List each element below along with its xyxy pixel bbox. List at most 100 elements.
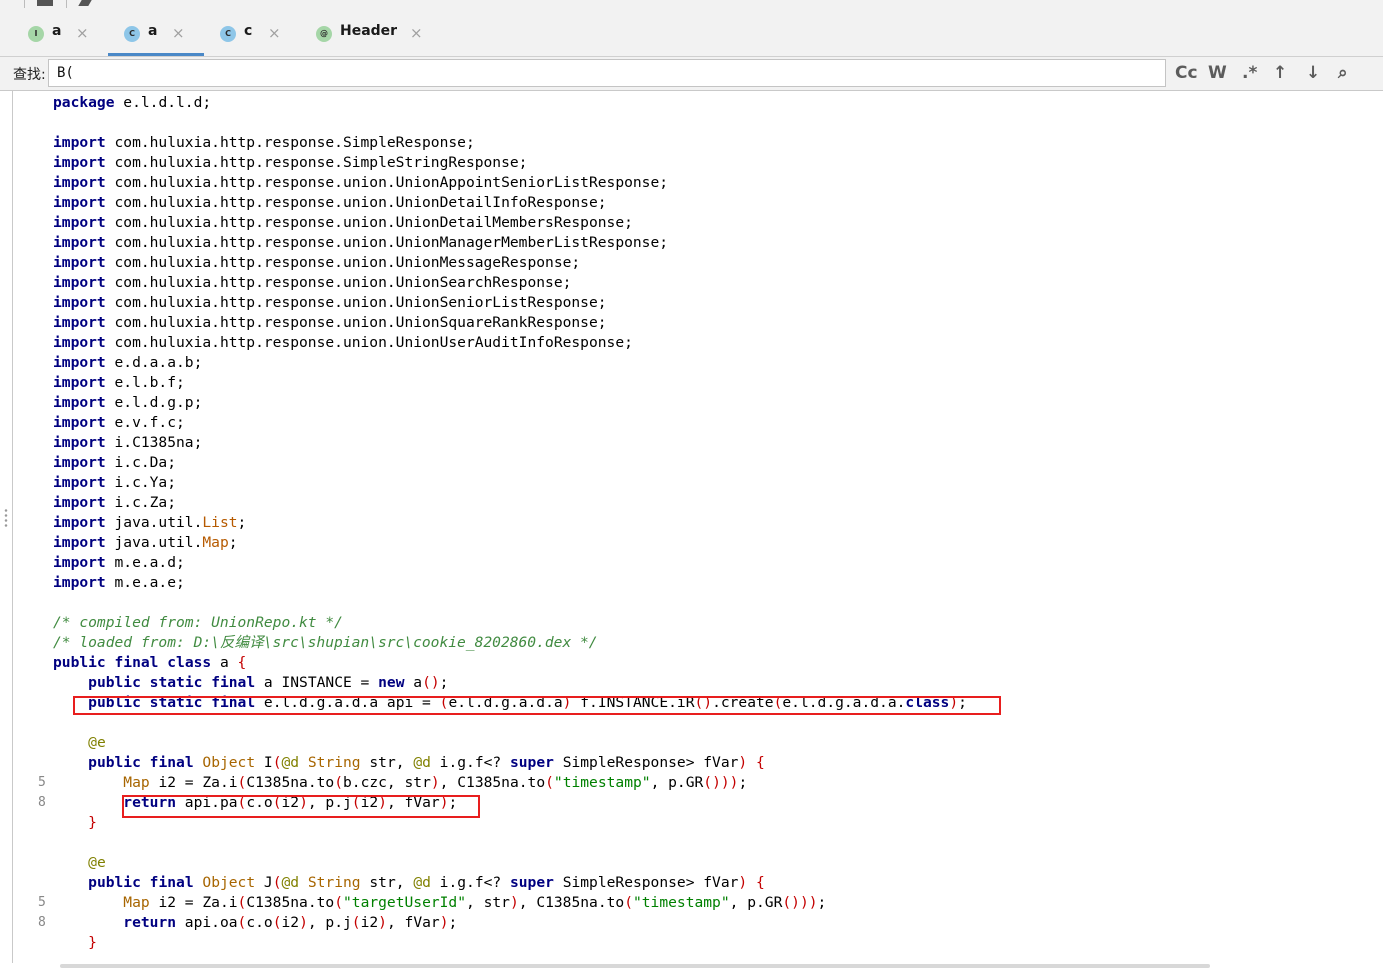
resize-handle[interactable] xyxy=(4,508,8,528)
search-highlight-box xyxy=(122,795,480,818)
code-line: import com.huluxia.http.response.union.U… xyxy=(12,333,1372,353)
line-number xyxy=(38,313,50,333)
code-text: import i.C1385na; xyxy=(53,434,203,451)
code-text: import java.util.Map; xyxy=(53,534,238,551)
code-line: @e xyxy=(12,853,1372,873)
code-text: import com.huluxia.http.response.union.U… xyxy=(53,294,607,311)
code-line: import java.util.List; xyxy=(12,513,1372,533)
toolbar-save-icon[interactable] xyxy=(37,0,53,6)
line-number xyxy=(38,413,50,433)
line-number xyxy=(38,173,50,193)
find-label: 查找: xyxy=(13,67,46,83)
code-text: @e xyxy=(88,734,106,751)
code-line xyxy=(12,713,1372,733)
horizontal-scrollbar[interactable] xyxy=(60,964,1210,968)
line-number xyxy=(38,613,50,633)
code-text: Map i2 = Za.i(C1385na.to("targetUserId",… xyxy=(123,894,827,911)
code-line: import com.huluxia.http.response.union.U… xyxy=(12,233,1372,253)
code-line xyxy=(12,113,1372,133)
toolbar-edit-icon[interactable] xyxy=(78,0,92,6)
code-editor[interactable]: package e.l.d.l.d; import com.huluxia.htt… xyxy=(12,91,1383,963)
next-match-button[interactable]: ↓ xyxy=(1306,63,1320,83)
code-line: public static final a INSTANCE = new a()… xyxy=(12,673,1372,693)
close-icon[interactable]: × xyxy=(76,24,89,42)
line-number xyxy=(38,873,50,893)
code-line: import m.e.a.d; xyxy=(12,553,1372,573)
code-text: import i.c.Da; xyxy=(53,454,177,471)
code-text: public final Object I(@d String str, @d … xyxy=(88,754,765,771)
code-text: import i.c.Za; xyxy=(53,494,177,511)
code-text: Map i2 = Za.i(C1385na.to(b.czc, str), C1… xyxy=(123,774,748,791)
code-text: /* loaded from: D:\反编译\src\shupian\src\c… xyxy=(53,634,598,651)
code-text: import com.huluxia.http.response.SimpleR… xyxy=(53,134,475,151)
code-line: import java.util.Map; xyxy=(12,533,1372,553)
line-number xyxy=(38,233,50,253)
code-text: public final Object J(@d String str, @d … xyxy=(88,874,765,891)
code-text: import i.c.Ya; xyxy=(53,474,177,491)
line-number xyxy=(38,193,50,213)
code-text: import com.huluxia.http.response.union.U… xyxy=(53,194,607,211)
tab-label: a xyxy=(52,23,62,39)
code-text: import com.huluxia.http.response.union.U… xyxy=(53,314,607,331)
line-number xyxy=(38,373,50,393)
line-number xyxy=(38,733,50,753)
tab-interface-a[interactable]: I a × xyxy=(18,8,98,56)
line-number xyxy=(38,113,50,133)
line-number xyxy=(38,293,50,313)
class-icon: C xyxy=(220,26,236,42)
line-number xyxy=(38,753,50,773)
code-line: } xyxy=(12,933,1372,953)
line-number xyxy=(38,473,50,493)
code-line: @e xyxy=(12,733,1372,753)
class-icon: C xyxy=(124,26,140,42)
find-input[interactable] xyxy=(48,59,1166,87)
line-number xyxy=(38,673,50,693)
toolbar-separator xyxy=(24,0,25,8)
code-text: import m.e.a.d; xyxy=(53,554,185,571)
previous-match-button[interactable]: ↑ xyxy=(1273,63,1287,83)
code-text: import com.huluxia.http.response.union.U… xyxy=(53,174,669,191)
match-case-button[interactable]: Cc xyxy=(1175,63,1198,83)
code-line: import e.d.a.a.b; xyxy=(12,353,1372,373)
code-line: /* loaded from: D:\反编译\src\shupian\src\c… xyxy=(12,633,1372,653)
code-line: import com.huluxia.http.response.union.U… xyxy=(12,193,1372,213)
code-line: package e.l.d.l.d; xyxy=(12,93,1372,113)
code-text: return api.oa(c.o(i2), p.j(i2), fVar); xyxy=(123,914,458,931)
line-number xyxy=(38,693,50,713)
code-text: @e xyxy=(88,854,106,871)
code-text: import e.l.d.g.p; xyxy=(53,394,203,411)
code-line: import com.huluxia.http.response.union.U… xyxy=(12,313,1372,333)
code-text: import com.huluxia.http.response.SimpleS… xyxy=(53,154,528,171)
tab-annotation-header[interactable]: @ Header × xyxy=(306,8,430,56)
code-line: import e.l.d.g.p; xyxy=(12,393,1372,413)
line-number xyxy=(38,653,50,673)
code-line: import m.e.a.e; xyxy=(12,573,1372,593)
find-options-button[interactable]: ⌕ xyxy=(1338,63,1348,83)
interface-icon: I xyxy=(28,26,44,42)
close-icon[interactable]: × xyxy=(268,24,281,42)
regex-button[interactable]: .* xyxy=(1242,63,1257,83)
tab-label: c xyxy=(244,23,253,39)
code-line: import com.huluxia.http.response.union.U… xyxy=(12,173,1372,193)
editor-tab-bar: I a × C a × C c × @ Header × xyxy=(0,8,1383,57)
close-icon[interactable]: × xyxy=(410,24,423,42)
code-line xyxy=(12,833,1372,853)
line-number xyxy=(38,593,50,613)
code-text: import e.l.b.f; xyxy=(53,374,185,391)
code-text: } xyxy=(88,934,97,951)
find-bar: 查找: Cc W .* ↑ ↓ ⌕ xyxy=(0,57,1383,91)
code-line: public final class a { xyxy=(12,653,1372,673)
tab-class-c[interactable]: C c × xyxy=(212,8,292,56)
code-text: import m.e.a.e; xyxy=(53,574,185,591)
tab-class-a[interactable]: C a × xyxy=(108,8,204,56)
code-line: import com.huluxia.http.response.union.U… xyxy=(12,273,1372,293)
code-line: public final Object I(@d String str, @d … xyxy=(12,753,1372,773)
line-number: 5 xyxy=(38,775,46,790)
line-number: 8 xyxy=(38,915,46,930)
whole-word-button[interactable]: W xyxy=(1208,63,1227,83)
close-icon[interactable]: × xyxy=(172,24,185,42)
tab-label: a xyxy=(148,23,158,39)
line-number xyxy=(38,333,50,353)
line-number xyxy=(38,93,50,113)
line-number xyxy=(38,553,50,573)
